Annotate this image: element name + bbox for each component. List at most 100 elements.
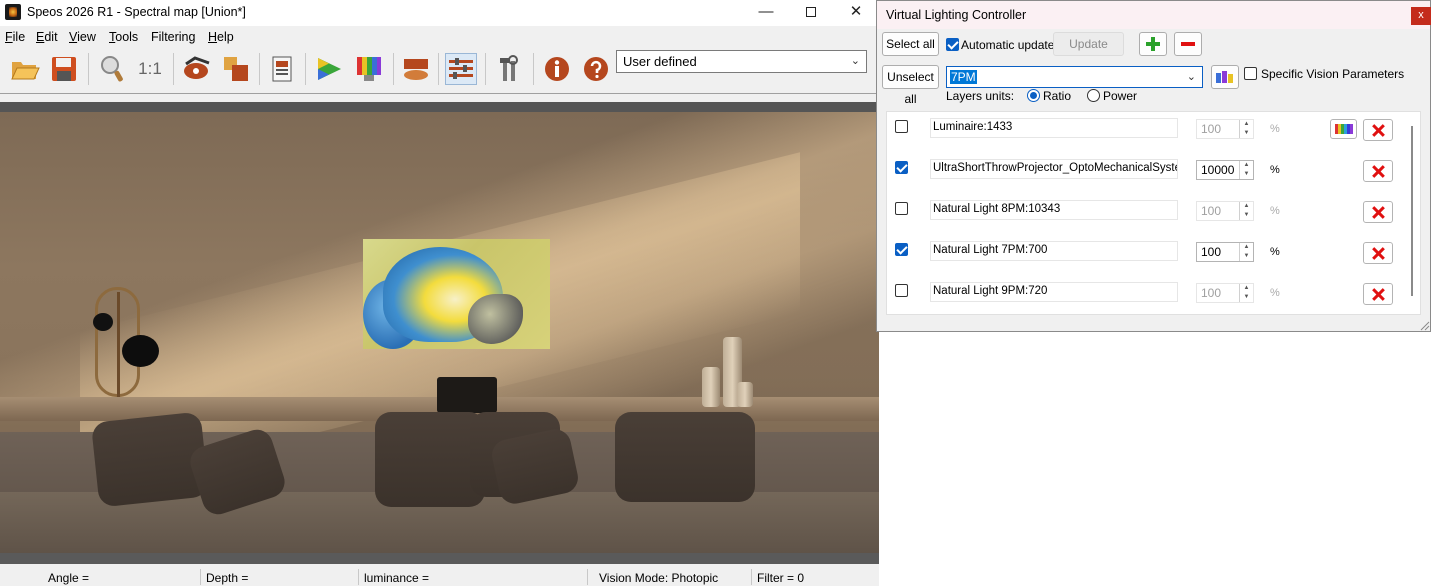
- layer-checkbox[interactable]: [895, 202, 908, 215]
- automatic-update-checkbox[interactable]: [946, 38, 959, 51]
- ratio-radio[interactable]: [1027, 89, 1040, 102]
- unselect-all-button[interactable]: Unselect all: [882, 65, 939, 106]
- layer-row: Natural Light 7PM:700 100 ▲ ▼ %: [887, 235, 1407, 276]
- toolbar-separator: [485, 53, 486, 85]
- menu-file[interactable]: File: [5, 30, 25, 44]
- layer-name: Natural Light 8PM:10343: [930, 200, 1178, 220]
- update-button[interactable]: Update: [1053, 32, 1124, 56]
- layers-icon[interactable]: [220, 53, 252, 85]
- layer-name: Natural Light 7PM:700: [930, 241, 1178, 261]
- toolbar: 1:1 User defined ⌄: [0, 47, 879, 91]
- layers-units-label: Layers units:: [946, 89, 1015, 103]
- status-angle: Angle =: [48, 571, 90, 585]
- layer-unit: %: [1270, 164, 1280, 176]
- remove-layer-button[interactable]: [1174, 32, 1202, 56]
- toolbar-separator: [173, 53, 174, 85]
- save-icon[interactable]: [48, 53, 80, 85]
- menu-filtering[interactable]: Filtering: [151, 30, 195, 44]
- tools-icon[interactable]: [494, 53, 526, 85]
- layers-scrollbar[interactable]: [1411, 126, 1413, 296]
- viewport-scroll-area: [0, 553, 879, 564]
- help-icon[interactable]: [580, 53, 612, 85]
- color-palette-icon[interactable]: [353, 53, 385, 85]
- layer-value-input[interactable]: 10000 ▲ ▼: [1196, 160, 1254, 180]
- menu-tools[interactable]: Tools: [109, 30, 138, 44]
- toolbar-separator: [533, 53, 534, 85]
- spinner-arrows[interactable]: ▲ ▼: [1239, 243, 1253, 261]
- spinner-arrows[interactable]: ▲ ▼: [1239, 284, 1253, 302]
- minimize-button[interactable]: —: [743, 0, 789, 26]
- menu-help[interactable]: Help: [208, 30, 234, 44]
- preset-select[interactable]: User defined ⌄: [616, 50, 867, 73]
- layer-checkbox[interactable]: [895, 120, 908, 133]
- eye-settings-icon[interactable]: [181, 53, 213, 85]
- ratio-label: Ratio: [1043, 89, 1072, 103]
- layer-row: Natural Light 8PM:10343 100 ▲ ▼ %: [887, 194, 1407, 235]
- vision-settings-button[interactable]: [1211, 65, 1239, 89]
- power-radio[interactable]: [1087, 89, 1100, 102]
- zoom-icon[interactable]: [96, 53, 128, 85]
- layer-name: Luminaire:1433: [930, 118, 1178, 138]
- plus-icon: [1146, 37, 1160, 51]
- vlc-close-button[interactable]: x: [1411, 7, 1431, 25]
- color-prism-icon[interactable]: [313, 53, 345, 85]
- layer-checkbox[interactable]: [895, 161, 908, 174]
- filter-select[interactable]: 7PM ⌄: [946, 66, 1203, 88]
- layer-unit: %: [1270, 246, 1280, 258]
- layer-unit: %: [1270, 287, 1280, 299]
- layer-value-input[interactable]: 100 ▲ ▼: [1196, 242, 1254, 262]
- maximize-button[interactable]: [788, 0, 834, 26]
- resize-grip-icon[interactable]: [1418, 319, 1430, 331]
- layer-value-input[interactable]: 100 ▲ ▼: [1196, 201, 1254, 221]
- add-layer-button[interactable]: [1139, 32, 1167, 56]
- layer-name: UltraShortThrowProjector_OptoMechanicalS…: [930, 159, 1178, 179]
- minus-icon: [1181, 42, 1195, 46]
- layer-value-input[interactable]: 100 ▲ ▼: [1196, 119, 1254, 139]
- spectral-map-viewport[interactable]: [0, 102, 879, 553]
- speos-app-icon: [5, 4, 21, 20]
- delete-layer-button[interactable]: [1363, 242, 1393, 264]
- spinner-arrows[interactable]: ▲ ▼: [1239, 202, 1253, 220]
- layer-color-button[interactable]: [1330, 119, 1357, 139]
- sliders-icon[interactable]: [445, 53, 477, 85]
- menu-edit[interactable]: Edit: [36, 30, 58, 44]
- toolbar-separator: [393, 53, 394, 85]
- surface-icon[interactable]: [400, 53, 432, 85]
- close-button[interactable]: ✕: [833, 0, 879, 26]
- spinner-arrows[interactable]: ▲ ▼: [1239, 120, 1253, 138]
- status-luminance: luminance =: [364, 571, 430, 585]
- decor-vase: [702, 367, 720, 407]
- layer-checkbox[interactable]: [895, 243, 908, 256]
- menu-bar: File Edit View Tools Filtering Help: [0, 27, 879, 47]
- vlc-title-bar: Virtual Lighting Controller x: [877, 1, 1431, 29]
- projector-device: [437, 377, 497, 413]
- color-filter-icon: [1216, 71, 1233, 83]
- layer-unit: %: [1270, 123, 1280, 135]
- menu-view[interactable]: View: [69, 30, 96, 44]
- vlc-title: Virtual Lighting Controller: [886, 8, 1027, 22]
- maximize-icon: [806, 7, 816, 17]
- delete-layer-button[interactable]: [1363, 201, 1393, 223]
- document-icon[interactable]: [266, 53, 298, 85]
- info-icon[interactable]: [541, 53, 573, 85]
- title-bar: Speos 2026 R1 - Spectral map [Union*] — …: [0, 0, 879, 26]
- layer-row: Natural Light 9PM:720 100 ▲ ▼ %: [887, 276, 1407, 314]
- layer-row: Luminaire:1433 100 ▲ ▼ %: [887, 112, 1407, 153]
- zoom-one-to-one-icon[interactable]: 1:1: [134, 53, 166, 85]
- toolbar-separator: [88, 53, 89, 85]
- layer-checkbox[interactable]: [895, 284, 908, 297]
- layer-value-input[interactable]: 100 ▲ ▼: [1196, 283, 1254, 303]
- delete-layer-button[interactable]: [1363, 160, 1393, 182]
- spinner-arrows[interactable]: ▲ ▼: [1239, 161, 1253, 179]
- layer-row: UltraShortThrowProjector_OptoMechanicalS…: [887, 153, 1407, 194]
- toolbar-separator: [305, 53, 306, 85]
- speos-main-window: Speos 2026 R1 - Spectral map [Union*] — …: [0, 0, 879, 586]
- toolbar-separator: [438, 53, 439, 85]
- delete-layer-button[interactable]: [1363, 283, 1393, 305]
- delete-layer-button[interactable]: [1363, 119, 1393, 141]
- open-folder-icon[interactable]: [9, 53, 41, 85]
- select-all-button[interactable]: Select all: [882, 32, 939, 56]
- layer-name: Natural Light 9PM:720: [930, 282, 1178, 302]
- specific-vision-checkbox[interactable]: [1244, 67, 1257, 80]
- layer-unit: %: [1270, 205, 1280, 217]
